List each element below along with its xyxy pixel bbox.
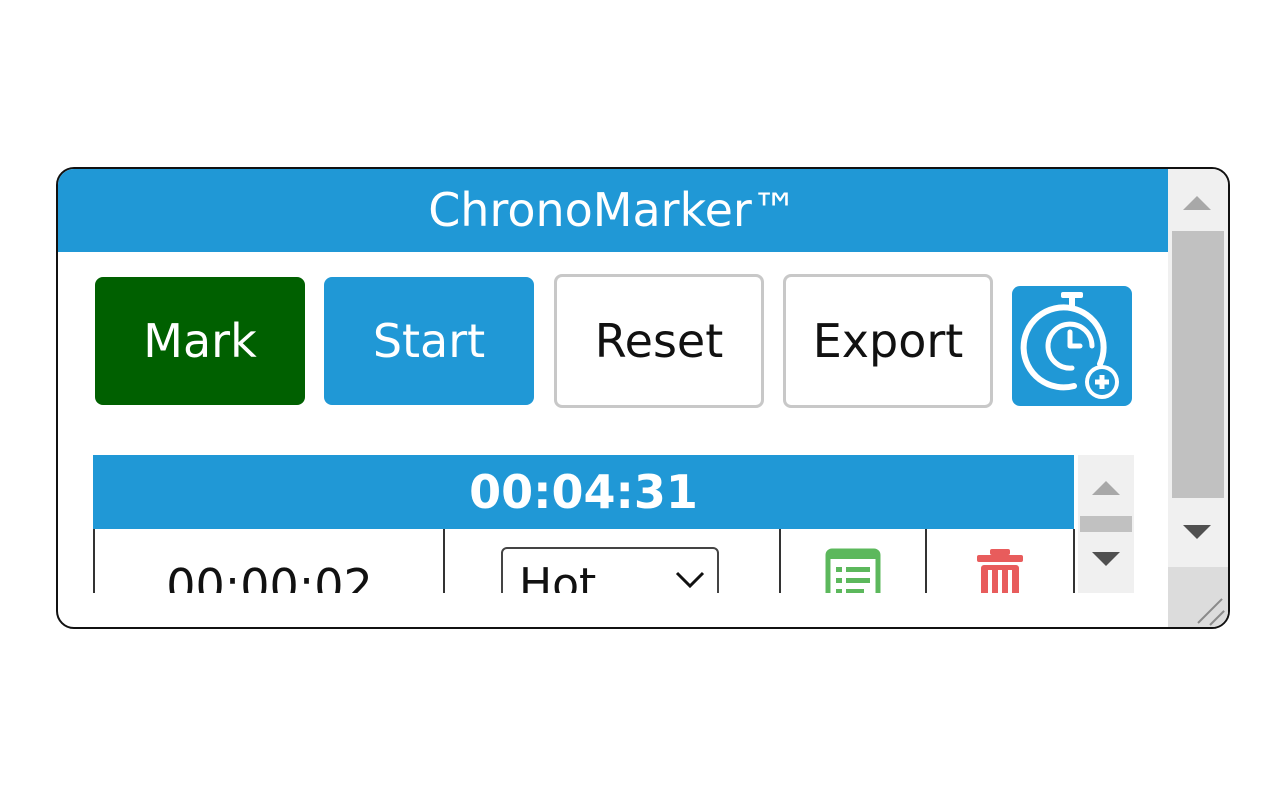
chevron-down-icon <box>675 571 705 589</box>
scroll-down-arrow-icon[interactable] <box>1183 525 1211 539</box>
trash-icon[interactable] <box>927 529 1073 593</box>
scroll-up-arrow-icon[interactable] <box>1092 481 1120 495</box>
grip-line <box>1197 598 1223 624</box>
category-select-value: Hot <box>519 559 597 593</box>
marks-scrollbar[interactable] <box>1078 455 1134 593</box>
marks-panel: 00:04:31 00:00:02 Hot <box>93 455 1134 593</box>
scroll-up-arrow-icon[interactable] <box>1183 196 1211 210</box>
app-title: ChronoMarker™ <box>58 169 1168 252</box>
reset-button[interactable]: Reset <box>554 274 764 408</box>
scroll-thumb[interactable] <box>1080 516 1132 532</box>
edit-cell <box>779 529 927 593</box>
stopwatch-add-icon <box>1020 292 1119 399</box>
resize-grip[interactable] <box>1168 567 1228 627</box>
category-select[interactable]: Hot <box>501 547 719 593</box>
mark-time-cell: 00:00:02 <box>93 529 444 593</box>
mark-button[interactable]: Mark <box>95 277 305 405</box>
start-button[interactable]: Start <box>324 277 534 405</box>
grip-line <box>1209 610 1225 626</box>
add-stopwatch-button[interactable] <box>1012 286 1132 406</box>
export-button[interactable]: Export <box>783 274 993 408</box>
scroll-down-arrow-icon[interactable] <box>1092 552 1120 566</box>
delete-cell <box>925 529 1075 593</box>
mark-time: 00:00:02 <box>166 559 373 593</box>
table-row: 00:00:02 Hot <box>93 529 1075 593</box>
scroll-thumb[interactable] <box>1172 231 1224 498</box>
edit-note-icon[interactable] <box>781 529 927 593</box>
widget-scrollbar[interactable] <box>1168 169 1228 627</box>
chronomarker-widget: ChronoMarker™ Mark Start Reset Export 00… <box>56 167 1230 629</box>
category-cell: Hot <box>443 529 779 593</box>
elapsed-time-display: 00:04:31 <box>93 455 1074 529</box>
